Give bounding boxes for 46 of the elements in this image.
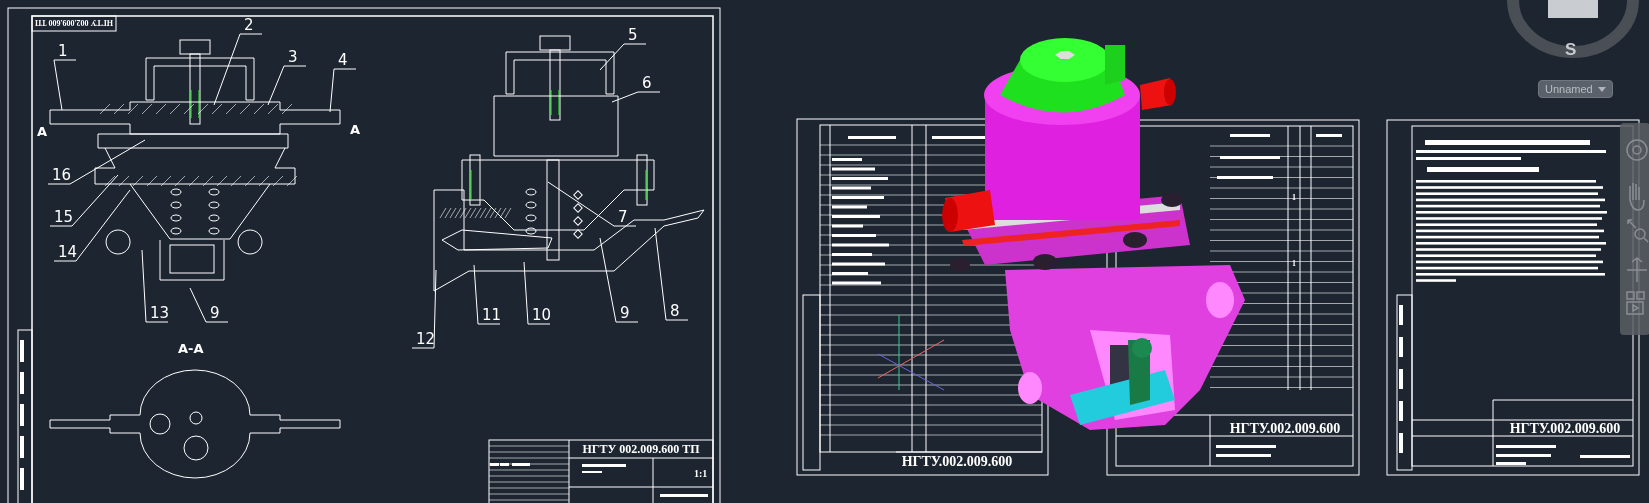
quantity-value: 1 <box>1292 259 1296 268</box>
callout-number: 1 <box>58 42 68 60</box>
callout-number: 16 <box>52 166 72 184</box>
callout-number: 7 <box>618 208 628 226</box>
leader-line <box>329 68 357 113</box>
callout-number: 14 <box>58 243 78 261</box>
leader-line <box>189 287 229 323</box>
scale-value: 1:1 <box>694 468 708 479</box>
drawing-number: НГТУ.002.009.600 <box>1509 421 1621 436</box>
callout-number: 6 <box>642 74 652 92</box>
quantity-value: 1 <box>1292 193 1296 202</box>
callout-number: 10 <box>532 306 552 324</box>
view-menu-dropdown[interactable]: Unnamed <box>1538 80 1613 98</box>
callout-number: 2 <box>244 16 254 34</box>
drawing-number: НГТУ.002.009.600 <box>901 454 1013 469</box>
pan-hand-icon[interactable] <box>1629 182 1645 211</box>
section-mark: A <box>350 122 361 137</box>
leader-line <box>611 91 661 103</box>
stamp-text: НГТУ 002.009.600 ТП <box>34 18 114 27</box>
drawing-number: НГТУ 002.009.600 ТП <box>582 442 700 456</box>
leader-line <box>599 43 647 71</box>
ucs-axes-icon <box>877 314 945 391</box>
callout-number: 4 <box>338 51 348 69</box>
section-mark: A <box>37 124 48 139</box>
callout-number: 11 <box>482 306 502 324</box>
callout-number: 8 <box>670 302 680 320</box>
callout-number: 9 <box>210 304 220 322</box>
leader-line <box>473 264 501 325</box>
callout-number: 13 <box>150 304 170 322</box>
showmotion-icon[interactable] <box>1626 291 1645 315</box>
callout-number: 12 <box>416 330 436 348</box>
viewcube-compass-ring[interactable] <box>1507 0 1639 58</box>
leader-line <box>523 261 551 325</box>
drawing-number: НГТУ.002.009.600 <box>1229 421 1341 436</box>
zoom-icon[interactable] <box>1627 219 1649 243</box>
leader-line <box>267 65 307 106</box>
callout-number: 15 <box>54 208 74 226</box>
steering-wheel-icon[interactable] <box>1626 139 1648 161</box>
section-title: А-А <box>178 341 204 356</box>
callout-number: 5 <box>628 26 638 44</box>
caret-icon <box>1597 86 1606 92</box>
callout-number: 3 <box>288 48 298 66</box>
compass-direction[interactable]: S <box>1565 40 1577 59</box>
leader-line <box>53 59 77 111</box>
callout-number: 9 <box>620 304 630 322</box>
orbit-icon[interactable] <box>1626 257 1648 283</box>
